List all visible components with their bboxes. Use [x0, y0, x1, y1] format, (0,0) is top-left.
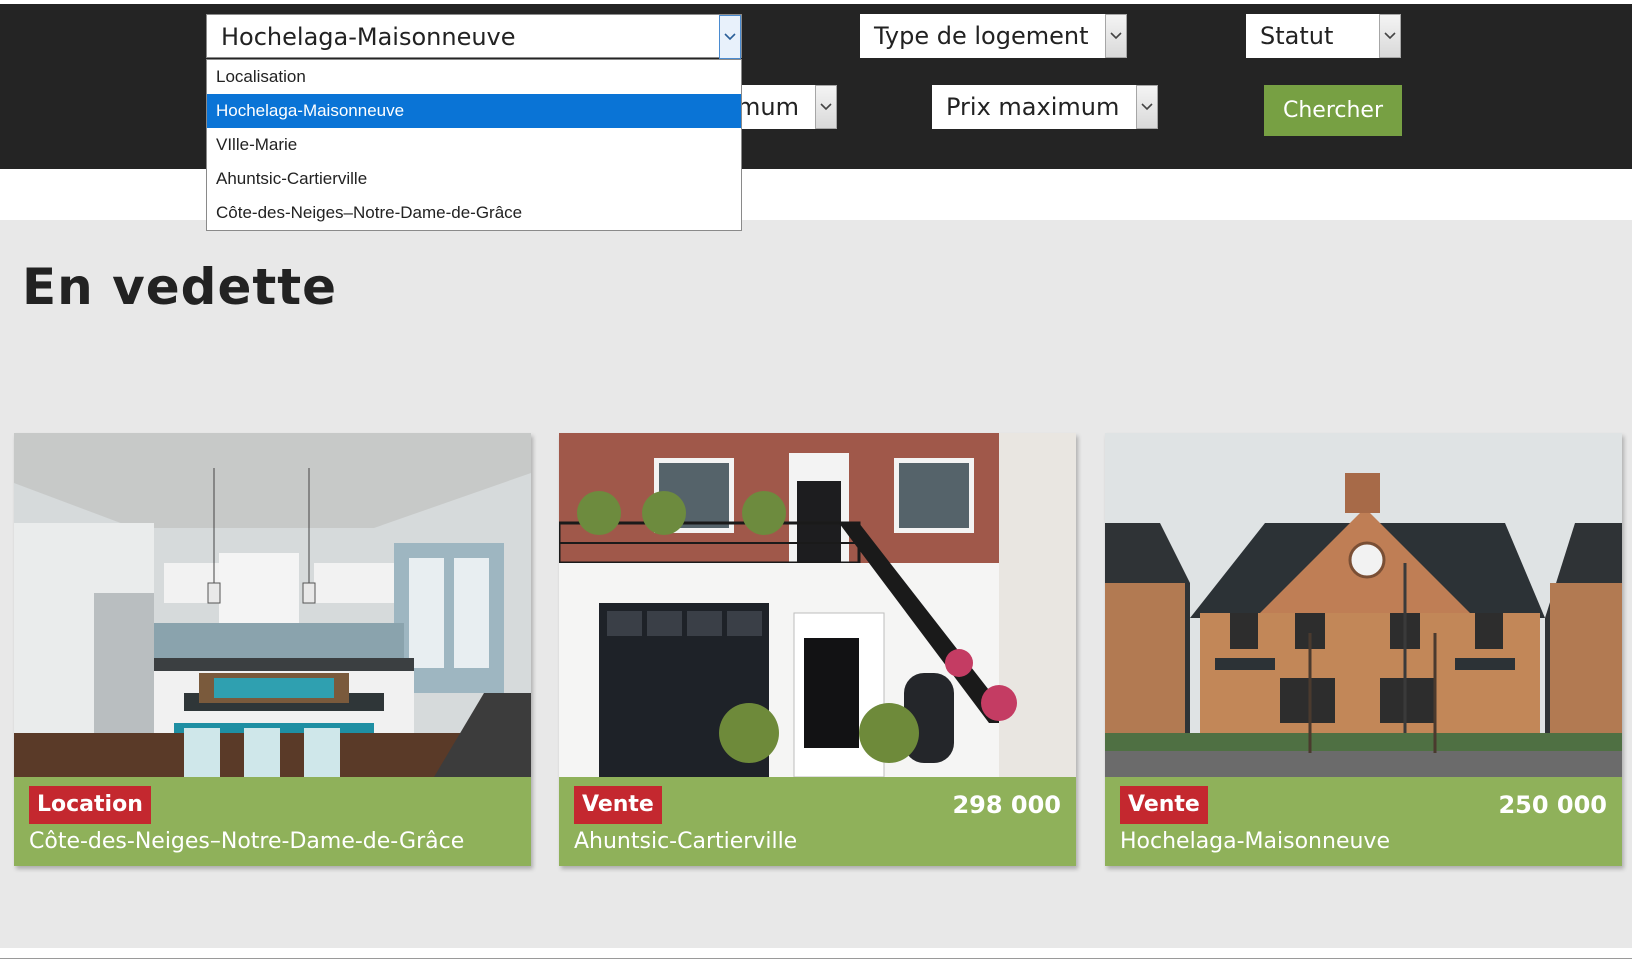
kitchen-interior-photo — [14, 433, 531, 777]
dropdown-option[interactable]: VIlle-Marie — [207, 128, 741, 162]
chevron-down-icon[interactable] — [1379, 14, 1401, 58]
listing-card[interactable]: Vente 298 000 Ahuntsic-Cartierville — [559, 433, 1076, 866]
dropdown-option[interactable]: Localisation — [207, 60, 741, 94]
location-select[interactable]: Hochelaga-Maisonneuve — [206, 14, 742, 59]
listing-location: Côte-des-Neiges–Notre-Dame-de-Grâce — [29, 829, 465, 854]
listing-location: Hochelaga-Maisonneuve — [1120, 829, 1390, 854]
listing-price: 298 000 — [952, 791, 1061, 819]
divider — [0, 958, 1632, 959]
listing-card[interactable]: Vente 250 000 Hochelaga-Maisonneuve — [1105, 433, 1622, 866]
location-dropdown-list: Localisation Hochelaga-Maisonneuve VIlle… — [206, 59, 742, 231]
chevron-down-icon[interactable] — [815, 85, 837, 129]
listing-price: 250 000 — [1498, 791, 1607, 819]
status-select[interactable]: Statut — [1246, 14, 1401, 58]
dropdown-option[interactable]: Côte-des-Neiges–Notre-Dame-de-Grâce — [207, 196, 741, 230]
status-value: Statut — [1260, 22, 1334, 50]
dropdown-option-selected[interactable]: Hochelaga-Maisonneuve — [207, 94, 741, 128]
listing-card[interactable]: Location Côte-des-Neiges–Notre-Dame-de-G… — [14, 433, 531, 866]
listing-location: Ahuntsic-Cartierville — [574, 829, 798, 854]
dropdown-option[interactable]: Ahuntsic-Cartierville — [207, 162, 741, 196]
max-price-select[interactable]: Prix maximum — [932, 85, 1158, 129]
chevron-down-icon[interactable] — [1136, 85, 1158, 129]
housing-type-select[interactable]: Type de logement — [860, 14, 1127, 58]
listing-type-badge: Vente — [574, 786, 662, 824]
max-price-value: Prix maximum — [946, 93, 1120, 121]
location-value: Hochelaga-Maisonneuve — [221, 23, 516, 51]
listing-info: Location Côte-des-Neiges–Notre-Dame-de-G… — [14, 777, 531, 866]
chevron-down-icon[interactable] — [719, 15, 741, 59]
listing-info: Vente 298 000 Ahuntsic-Cartierville — [559, 777, 1076, 866]
chevron-down-icon[interactable] — [1105, 14, 1127, 58]
brick-townhouse-photo — [559, 433, 1076, 777]
listing-type-badge: Location — [29, 786, 151, 824]
suburban-brick-house-photo — [1105, 433, 1622, 777]
housing-type-value: Type de logement — [874, 22, 1089, 50]
min-price-value: mum — [737, 93, 799, 121]
search-button[interactable]: Chercher — [1264, 85, 1402, 136]
section-heading: En vedette — [22, 258, 338, 316]
listing-type-badge: Vente — [1120, 786, 1208, 824]
listing-info: Vente 250 000 Hochelaga-Maisonneuve — [1105, 777, 1622, 866]
